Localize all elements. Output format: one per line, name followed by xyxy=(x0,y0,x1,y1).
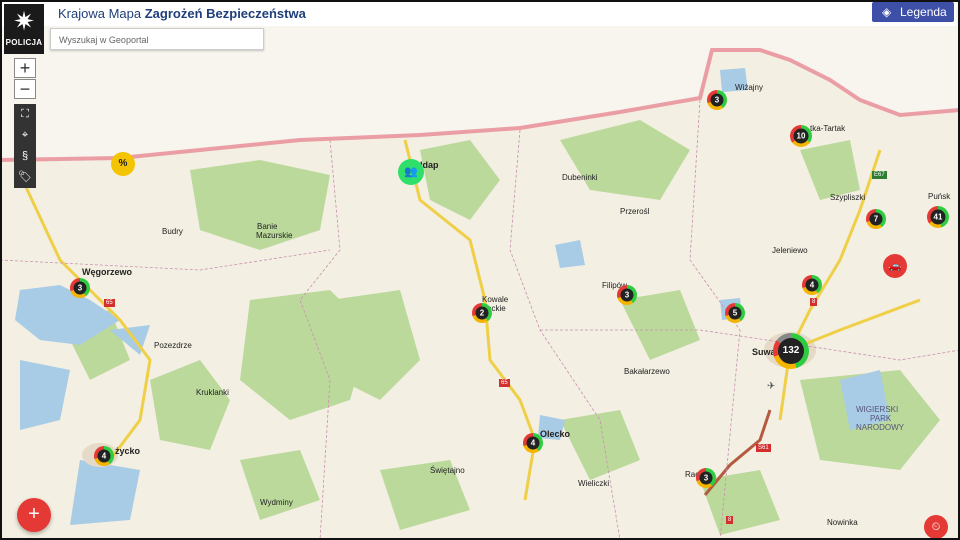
town-pozezdrze: Pozezdrze xyxy=(154,341,192,350)
map-tools-panel: ⛶ ⌖ § 🏷 xyxy=(14,104,36,188)
fullscreen-icon[interactable]: ⛶ xyxy=(14,104,36,124)
cluster-count: 4 xyxy=(526,436,540,450)
town-kruklanki: Kruklanki xyxy=(196,388,229,397)
locate-icon[interactable]: ⌖ xyxy=(14,125,36,145)
people-icon[interactable]: 👥 xyxy=(398,159,424,185)
cluster-count: 132 xyxy=(778,338,804,364)
threat-cluster[interactable]: 3 xyxy=(696,468,716,488)
threat-cluster[interactable]: 5 xyxy=(725,303,745,323)
threat-cluster[interactable]: 4 xyxy=(802,275,822,295)
town-jeleniewo: Jeleniewo xyxy=(772,246,808,255)
town-dubeninki: Dubeninki xyxy=(562,173,598,182)
threat-cluster[interactable]: 41 xyxy=(927,206,949,228)
cluster-count: 10 xyxy=(793,128,809,144)
add-report-button[interactable]: + xyxy=(17,498,51,532)
layers-icon: ◈ xyxy=(882,5,892,19)
threat-cluster[interactable]: 4 xyxy=(523,433,543,453)
airport-icon: ✈ xyxy=(767,381,776,392)
town-gizycko: życko xyxy=(115,446,141,456)
map-canvas[interactable] xyxy=(0,0,960,540)
park-label-2: PARK xyxy=(870,414,892,423)
cluster-count: 7 xyxy=(869,212,883,226)
speed-icon[interactable]: ⏲ xyxy=(924,515,948,539)
town-budry: Budry xyxy=(162,227,183,236)
town-punsk: Puńsk xyxy=(928,192,951,201)
town-banie: Banie xyxy=(257,222,278,231)
page-title: Krajowa Mapa Zagrożeń Bezpieczeństwa xyxy=(58,6,306,21)
road-sign-65a: 65 xyxy=(104,299,115,307)
tags-icon[interactable]: 🏷 xyxy=(14,167,36,187)
zoom-in-button[interactable]: + xyxy=(14,58,36,78)
cluster-count: 3 xyxy=(620,288,634,302)
title-main: Zagrożeń Bezpieczeństwa xyxy=(144,6,306,21)
cluster-count: 5 xyxy=(728,306,742,320)
cluster-count: 3 xyxy=(710,93,724,107)
town-nowinka: Nowinka xyxy=(827,518,858,527)
town-szypliszki: Szypliszki xyxy=(830,193,866,202)
road-sign-8b: 8 xyxy=(726,516,734,524)
road-sign-s61: S61 xyxy=(756,444,771,452)
town-wieliczki: Wieliczki xyxy=(578,479,610,488)
road-sign-8a: 8 xyxy=(810,298,818,306)
logo-label: POLICJA xyxy=(5,38,43,47)
search-input[interactable]: Wyszukaj w Geoportal xyxy=(50,28,264,50)
cluster-count: 4 xyxy=(805,278,819,292)
police-star-icon: ✷ xyxy=(13,6,35,36)
police-logo[interactable]: ✷ POLICJA xyxy=(4,4,44,54)
town-suwalki: Suwa xyxy=(752,347,776,357)
threat-cluster[interactable]: 10 xyxy=(790,125,812,147)
park-label-1: WIGIERSKI xyxy=(856,405,899,414)
bottle-icon[interactable]: % xyxy=(111,152,135,176)
road-sign-65b: 65 xyxy=(499,379,510,387)
town-rutka-tartak: tka-Tartak xyxy=(810,124,846,133)
town-swietajno: Świętajno xyxy=(430,466,465,475)
town-kowale: Kowale xyxy=(482,295,509,304)
town-wegorzewo: Węgorzewo xyxy=(82,267,133,277)
threat-cluster[interactable]: 2 xyxy=(472,303,492,323)
cluster-count: 3 xyxy=(699,471,713,485)
threat-cluster[interactable]: 3 xyxy=(617,285,637,305)
threat-cluster[interactable]: 3 xyxy=(70,278,90,298)
town-banie-mazurskie: Mazurskie xyxy=(256,231,293,240)
town-olecko: Olecko xyxy=(540,429,571,439)
threat-cluster[interactable]: 4 xyxy=(94,446,114,466)
cluster-count: 3 xyxy=(73,281,87,295)
zoom-out-button[interactable]: − xyxy=(14,79,36,99)
cluster-count: 41 xyxy=(930,209,946,225)
town-bakalarzewo: Bakałarzewo xyxy=(624,367,670,376)
paragraph-icon[interactable]: § xyxy=(14,146,36,166)
threat-cluster[interactable]: 7 xyxy=(866,209,886,229)
threat-cluster[interactable]: 132 xyxy=(773,333,809,369)
road-sign-e67: E67 xyxy=(872,171,887,179)
town-przerosl: Przerośl xyxy=(620,207,650,216)
car-accident-icon[interactable]: 🚗 xyxy=(883,254,907,278)
cluster-count: 2 xyxy=(475,306,489,320)
town-wizajny: Wiżajny xyxy=(735,83,764,92)
cluster-count: 4 xyxy=(97,449,111,463)
town-wydminy: Wydminy xyxy=(260,498,293,507)
legend-button[interactable]: ◈ Legenda xyxy=(872,2,954,22)
legend-label: Legenda xyxy=(900,5,947,19)
threat-cluster[interactable]: 3 xyxy=(707,90,727,110)
park-label-3: NARODOWY xyxy=(856,423,904,432)
title-prefix: Krajowa Mapa xyxy=(58,6,142,21)
